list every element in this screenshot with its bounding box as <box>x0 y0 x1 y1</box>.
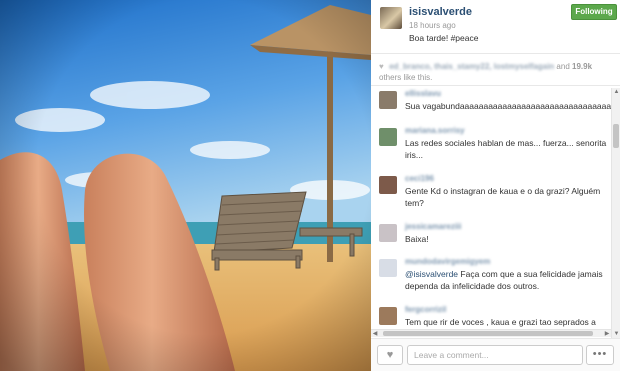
comment-item: ellisslavu Sua vagabundaaaaaaaaaaaaaaaaaa… <box>371 88 611 125</box>
post-details-panel: isisvalverde 18 hours ago Boa tarde! #pe… <box>371 0 620 371</box>
post-timestamp[interactable]: 18 hours ago <box>409 21 456 30</box>
likes-summary: ♥ ed_branco, thais_stamy22, lostmyselfag… <box>371 56 620 86</box>
user-avatar[interactable] <box>380 7 402 29</box>
comment-input[interactable] <box>407 345 583 365</box>
comments-list: ellisslavu Sua vagabundaaaaaaaaaaaaaaaaaa… <box>371 88 611 328</box>
mention-link[interactable]: @isisvalverde <box>405 269 458 279</box>
more-options-button[interactable]: ••• <box>586 345 614 365</box>
scroll-down-arrow-icon[interactable]: ▼ <box>613 330 620 338</box>
commenter-avatar[interactable] <box>379 176 397 194</box>
comment-text: Gente Kd o instagran de kaua e o da graz… <box>405 185 611 209</box>
comment-text: Sua vagabundaaaaaaaaaaaaaaaaaaaaaaaaaaaa… <box>405 100 611 112</box>
comment-item: fergcorrizil Tem que rir de voces , kaua … <box>371 304 611 328</box>
scroll-up-arrow-icon[interactable]: ▲ <box>613 88 620 96</box>
commenter-avatar[interactable] <box>379 128 397 146</box>
beach-photo-image <box>0 0 371 371</box>
likers-list[interactable]: ed_branco, thais_stamy22, lostmyselfagai… <box>389 62 554 71</box>
commenter-username[interactable]: mundodavirgemigyem <box>405 257 611 268</box>
comment-item: jessicamareziii Baixa! <box>371 221 611 256</box>
comment-item: mariana.sorrisy Las redes sociales hablan… <box>371 125 611 173</box>
comment-text-segment: Sua vagabundaaaaaaaaaaaaaaaaaaaaaaaaaaaa… <box>405 101 611 111</box>
commenter-avatar[interactable] <box>379 224 397 242</box>
comment-text: Las redes sociales hablan de mas... fuer… <box>405 137 611 161</box>
comment-text-segment: Gente Kd o instagran de kaua e o da graz… <box>405 186 601 208</box>
scroll-left-arrow-icon[interactable]: ◀ <box>371 330 379 338</box>
commenter-username[interactable]: ceci196 <box>405 174 611 185</box>
commenter-avatar[interactable] <box>379 259 397 277</box>
comment-text: @isisvalverde Faça com que a sua felicid… <box>405 268 611 292</box>
comments-horizontal-scrollbar[interactable]: ◀ ▶ <box>371 329 611 337</box>
following-button[interactable]: Following <box>571 4 617 20</box>
like-count[interactable]: 19.9k <box>572 62 592 71</box>
commenter-avatar[interactable] <box>379 307 397 325</box>
commenter-username[interactable]: mariana.sorrisy <box>405 126 611 137</box>
comment-text: Tem que rir de voces , kaua e grazi tao … <box>405 316 611 328</box>
horizontal-scroll-thumb[interactable] <box>383 331 593 336</box>
post-username[interactable]: isisvalverde <box>409 6 472 18</box>
post-caption: Boa tarde! #peace <box>409 33 479 43</box>
commenter-username[interactable]: fergcorrizil <box>405 305 611 316</box>
likes-conjunction: and <box>554 62 572 71</box>
comment-footer: ♥ ••• <box>371 338 620 371</box>
comment-text: Baixa! <box>405 233 611 245</box>
post-photo[interactable] <box>0 0 371 371</box>
comment-item: ceci196 Gente Kd o instagran de kaua e o … <box>371 173 611 221</box>
heart-icon: ♥ <box>379 62 384 71</box>
commenter-username[interactable]: ellisslavu <box>405 89 611 100</box>
comment-text-segment: Tem que rir de voces , kaua e grazi tao … <box>405 317 596 327</box>
commenter-username[interactable]: jessicamareziii <box>405 222 611 233</box>
comment-text-segment: Baixa! <box>405 234 429 244</box>
like-button[interactable]: ♥ <box>377 345 403 365</box>
likes-suffix: others like this. <box>379 73 433 82</box>
commenter-avatar[interactable] <box>379 91 397 109</box>
post-header: isisvalverde 18 hours ago Boa tarde! #pe… <box>371 0 620 54</box>
comment-text-segment: Las redes sociales hablan de mas... fuer… <box>405 138 607 160</box>
scroll-right-arrow-icon[interactable]: ▶ <box>603 330 611 338</box>
comment-item: mundodavirgemigyem @isisvalverde Faça com… <box>371 256 611 304</box>
comments-vertical-scrollbar[interactable]: ▲ ▼ <box>611 88 620 338</box>
vertical-scroll-thumb[interactable] <box>613 124 619 148</box>
heart-icon: ♥ <box>386 349 394 361</box>
